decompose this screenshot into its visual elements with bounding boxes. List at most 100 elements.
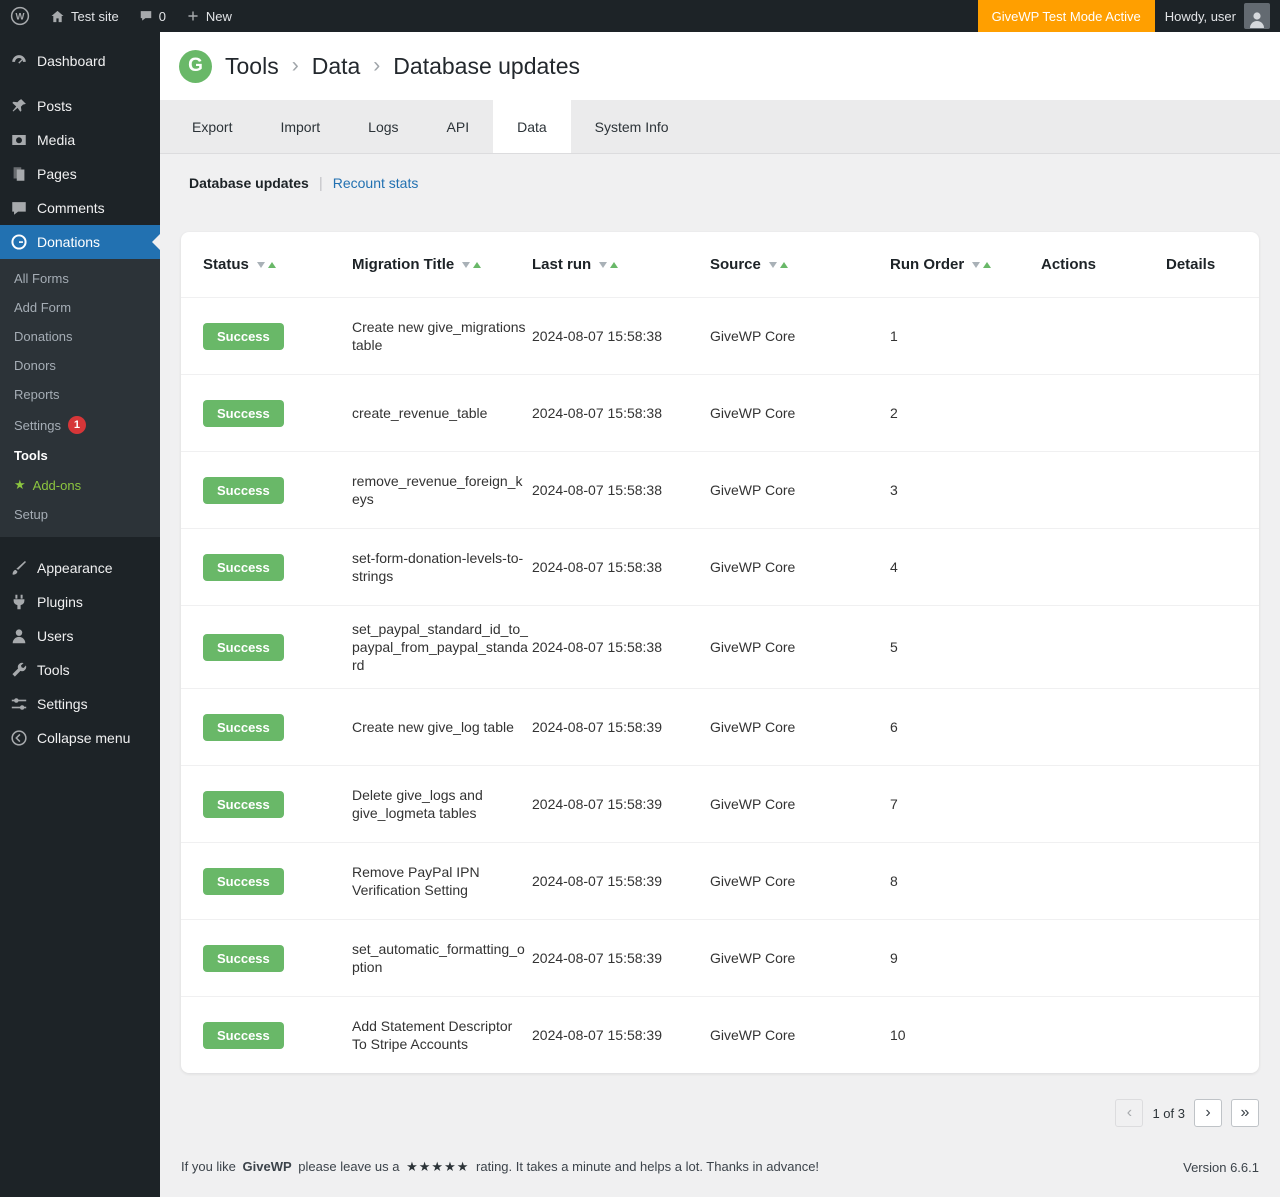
sort-icons [257, 262, 276, 268]
source-cell: GiveWP Core [710, 718, 890, 736]
status-badge: Success [203, 1022, 284, 1049]
account-menu[interactable]: Howdy, user [1155, 0, 1280, 32]
status-badge: Success [203, 554, 284, 581]
sliders-icon [10, 695, 28, 713]
table-row: Success Add Statement Descriptor To Stri… [181, 996, 1259, 1073]
sidebar-item-label: Appearance [37, 560, 113, 576]
breadcrumb-data[interactable]: Data [312, 53, 361, 80]
run-order-cell: 6 [890, 718, 1041, 736]
prev-page-button[interactable]: ‹ [1115, 1099, 1143, 1127]
run-order-cell: 10 [890, 1026, 1041, 1044]
sort-desc-icon [462, 262, 470, 268]
last-run-cell: 2024-08-07 15:58:39 [532, 718, 710, 736]
sidebar-item-plugins[interactable]: Plugins [0, 585, 160, 619]
sidebar-item-comments[interactable]: Comments [0, 191, 160, 225]
subnav-database-updates[interactable]: Database updates [189, 175, 309, 191]
status-cell: Success [181, 1022, 352, 1049]
submenu-item-tools[interactable]: Tools [0, 441, 160, 470]
column-header-last-run[interactable]: Last run [532, 256, 710, 273]
submenu-item-donations[interactable]: Donations [0, 322, 160, 351]
status-cell: Success [181, 400, 352, 427]
new-content-menu[interactable]: New [176, 0, 242, 32]
plug-icon [10, 593, 28, 611]
wordpress-logo-icon: W [10, 6, 30, 26]
migration-title-cell: Delete give_logs and give_logmeta tables [352, 786, 532, 822]
submenu-item-setup[interactable]: Setup [0, 500, 160, 529]
source-cell: GiveWP Core [710, 795, 890, 813]
last-run-cell: 2024-08-07 15:58:39 [532, 1026, 710, 1044]
breadcrumb-tools[interactable]: Tools [225, 53, 279, 80]
migration-title-cell: set_automatic_formatting_option [352, 940, 532, 976]
subnav: Database updates | Recount stats [160, 154, 1280, 210]
tab-import[interactable]: Import [256, 100, 344, 153]
admin-bar: W Test site 0 New GiveWP Test Mode Activ… [0, 0, 1280, 32]
sidebar-item-posts[interactable]: Posts [0, 89, 160, 123]
sidebar-item-dashboard[interactable]: Dashboard [0, 44, 160, 78]
status-badge: Success [203, 714, 284, 741]
submenu-item-all-forms[interactable]: All Forms [0, 264, 160, 293]
brand-name: GiveWP [243, 1159, 292, 1174]
table-row: Success remove_revenue_foreign_keys 2024… [181, 451, 1259, 528]
site-name-link[interactable]: Test site [40, 0, 129, 32]
submenu-item-donors[interactable]: Donors [0, 351, 160, 380]
sort-icons [972, 262, 991, 268]
sidebar-item-label: Plugins [37, 594, 83, 610]
test-mode-badge: GiveWP Test Mode Active [978, 0, 1155, 32]
sidebar-item-donations[interactable]: Donations [0, 225, 160, 259]
submenu-item-reports[interactable]: Reports [0, 380, 160, 409]
submenu-item-add-form[interactable]: Add Form [0, 293, 160, 322]
column-header-run-order[interactable]: Run Order [890, 256, 1041, 273]
column-header-details: Details [1166, 256, 1259, 273]
collapse-menu-button[interactable]: Collapse menu [0, 721, 160, 755]
dashboard-icon [10, 52, 28, 70]
sidebar-item-users[interactable]: Users [0, 619, 160, 653]
source-cell: GiveWP Core [710, 404, 890, 422]
sort-icons [599, 262, 618, 268]
run-order-cell: 7 [890, 795, 1041, 813]
subnav-recount-stats-link[interactable]: Recount stats [333, 175, 419, 191]
submenu-item-addons[interactable]: ★ Add-ons [0, 470, 160, 500]
tab-api[interactable]: API [423, 100, 494, 153]
column-header-migration-title[interactable]: Migration Title [352, 256, 532, 273]
rating-text: If you like [181, 1159, 236, 1174]
tab-logs[interactable]: Logs [344, 100, 422, 153]
submenu-label: Add Form [14, 300, 71, 315]
last-page-button[interactable]: » [1231, 1099, 1259, 1127]
run-order-cell: 2 [890, 404, 1041, 422]
page-indicator: 1 of 3 [1152, 1106, 1185, 1121]
sidebar-item-settings[interactable]: Settings [0, 687, 160, 721]
tab-system-info[interactable]: System Info [571, 100, 693, 153]
column-header-status[interactable]: Status [181, 256, 352, 273]
column-header-source[interactable]: Source [710, 256, 890, 273]
brush-icon [10, 559, 28, 577]
status-badge: Success [203, 400, 284, 427]
home-icon [50, 9, 65, 24]
sidebar-item-pages[interactable]: Pages [0, 157, 160, 191]
status-badge: Success [203, 791, 284, 818]
sidebar-item-label: Dashboard [37, 53, 106, 69]
source-cell: GiveWP Core [710, 872, 890, 890]
tab-export[interactable]: Export [168, 100, 256, 153]
sidebar-item-tools[interactable]: Tools [0, 653, 160, 687]
breadcrumb: Tools › Data › Database updates [225, 53, 580, 80]
table-row: Success set-form-donation-levels-to-stri… [181, 528, 1259, 605]
comments-shortcut[interactable]: 0 [129, 0, 176, 32]
page-footer: If you like GiveWP please leave us a ★★★… [181, 1159, 1259, 1175]
version-label: Version 6.6.1 [1183, 1160, 1259, 1175]
sidebar-item-appearance[interactable]: Appearance [0, 551, 160, 585]
five-stars-link[interactable]: ★★★★★ [406, 1159, 469, 1174]
status-cell: Success [181, 868, 352, 895]
pagination: ‹ 1 of 3 › » [181, 1099, 1259, 1127]
sidebar-item-media[interactable]: Media [0, 123, 160, 157]
chevron-right-icon: › [373, 54, 380, 78]
chevron-right-icon: › [292, 54, 299, 78]
rating-text: rating. It takes a minute and helps a lo… [476, 1159, 819, 1174]
admin-sidebar: Dashboard Posts Media Pages Comments Don… [0, 32, 160, 1197]
submenu-item-settings[interactable]: Settings 1 [0, 409, 160, 441]
sidebar-item-label: Settings [37, 696, 88, 712]
next-page-button[interactable]: › [1194, 1099, 1222, 1127]
tab-data[interactable]: Data [493, 100, 571, 153]
sort-asc-icon [780, 262, 788, 268]
table-row: Success Create new give_migrations table… [181, 297, 1259, 374]
wordpress-menu[interactable]: W [0, 0, 40, 32]
